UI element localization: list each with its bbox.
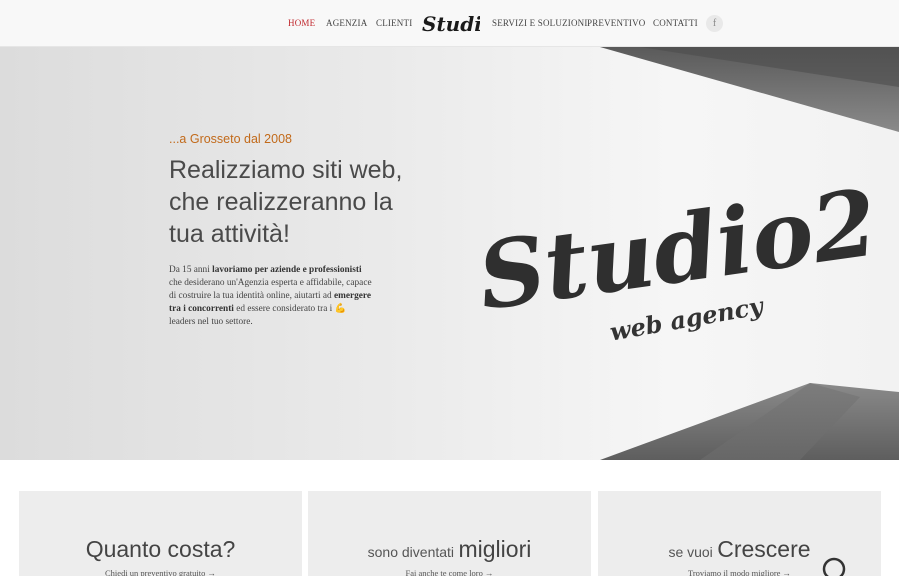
nav-item-contatti[interactable]: CONTATTI <box>653 18 698 28</box>
magnifier-illustration <box>822 557 846 576</box>
hero-headline: Realizziamo siti web, che realizzeranno … <box>169 156 403 248</box>
card-title: sono diventati migliori <box>308 536 591 563</box>
para-text-1: Da 15 anni <box>169 265 213 275</box>
card-title-small: se vuoi <box>668 544 713 560</box>
card-title-big: Quanto costa? <box>85 536 236 562</box>
card-title-small: sono diventati <box>367 544 455 560</box>
hero-background-image: Studio2 web agency <box>0 47 899 460</box>
facebook-icon[interactable]: f <box>706 15 723 32</box>
nav-item-servizi-e-soluzioni[interactable]: SERVIZI E SOLUZIONI <box>492 18 588 28</box>
top-navigation-bar: HOME AGENZIA CLIENTI Studio2 SERVIZI E S… <box>0 0 899 47</box>
para-text-4: leaders nel tuo settore. <box>169 317 253 327</box>
para-bold-1: lavoriamo per aziende e professionisti <box>212 265 362 275</box>
hero-section: Studio2 web agency ...a Grosseto dal 200… <box>0 47 899 460</box>
nav-item-agenzia[interactable]: AGENZIA <box>326 18 367 28</box>
hero-text-block: ...a Grosseto dal 2008 Realizziamo siti … <box>169 132 409 329</box>
logo-text: Studio2 <box>422 12 480 36</box>
feature-cards: Quanto costa? Chiedi un preventivo gratu… <box>0 460 899 576</box>
card-title-big: Crescere <box>717 536 811 562</box>
main-menu: HOME AGENZIA CLIENTI Studio2 SERVIZI E S… <box>0 0 899 47</box>
card-link-preventivo[interactable]: Chiedi un preventivo gratuito → <box>19 568 302 576</box>
card-title: Quanto costa? <box>19 536 302 563</box>
hero-paragraph: Da 15 anni lavoriamo per aziende e profe… <box>169 264 374 329</box>
card-title-big: migliori <box>458 536 532 562</box>
card-clienti-migliori[interactable]: sono diventati migliori Fai anche te com… <box>308 491 591 576</box>
studio2-logo[interactable]: Studio2 <box>420 6 480 40</box>
hero-tagline: ...a Grosseto dal 2008 <box>169 132 292 146</box>
card-link-clienti[interactable]: Fai anche te come loro → <box>308 568 591 576</box>
card-quanto-costa[interactable]: Quanto costa? Chiedi un preventivo gratu… <box>19 491 302 576</box>
nav-item-clienti[interactable]: CLIENTI <box>376 18 412 28</box>
para-text-3: ed essere considerato tra i <box>233 304 335 314</box>
flexed-biceps-icon: 💪 <box>334 304 347 314</box>
nav-item-preventivo[interactable]: PREVENTIVO <box>587 18 646 28</box>
card-crescere[interactable]: se vuoi Crescere Troviamo il modo miglio… <box>598 491 881 576</box>
nav-item-home[interactable]: HOME <box>288 18 315 28</box>
